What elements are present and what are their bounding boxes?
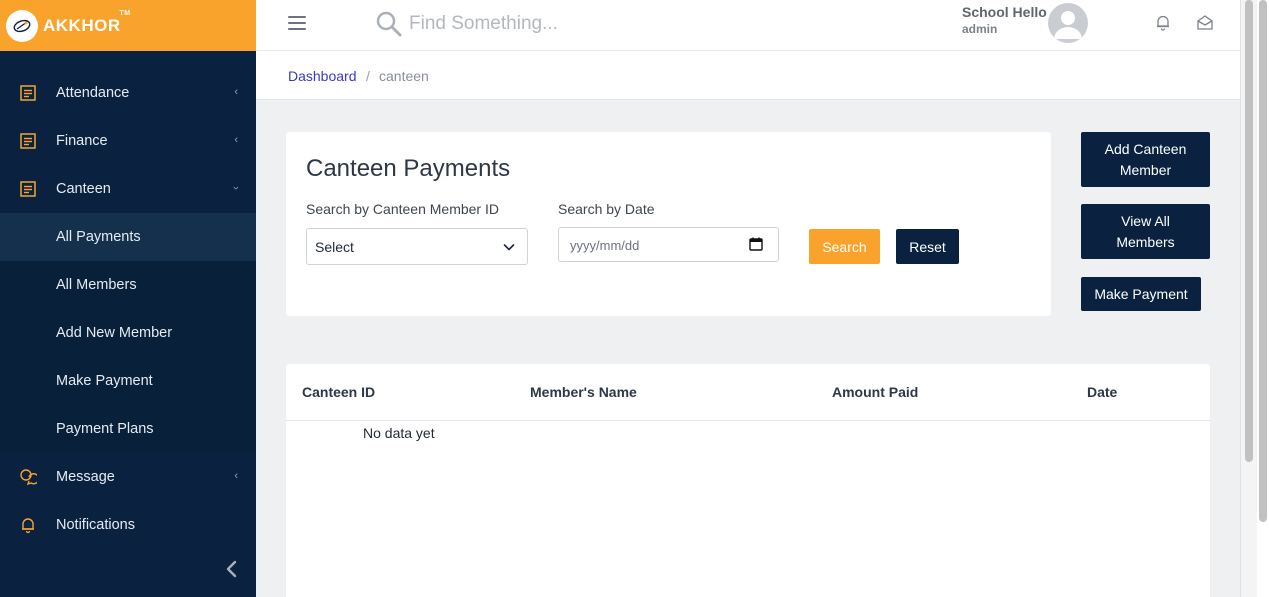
sidebar-item-label: Canteen [56, 181, 111, 197]
sidebar-item-notifications[interactable]: Notifications [0, 501, 256, 549]
payments-table: Canteen ID Member's Name Amount Paid Dat… [286, 364, 1210, 597]
column-header-amount-paid[interactable]: Amount Paid [832, 384, 918, 400]
sidebar-item-attendance[interactable]: Attendance ‹ [0, 69, 256, 117]
list-icon [20, 181, 36, 197]
date-input[interactable]: yyyy/mm/dd [558, 227, 779, 262]
brand-name: AKKHOR TM [43, 9, 131, 35]
chevron-left-icon: ‹ [234, 86, 238, 98]
sidebar-item-label: Finance [56, 133, 108, 149]
logo-icon [6, 9, 38, 42]
mail-icon[interactable] [1196, 14, 1214, 32]
member-id-select[interactable]: Select [306, 228, 528, 265]
submenu-item-payment-plans[interactable]: Payment Plans [0, 405, 256, 453]
sidebar-item-finance[interactable]: Finance ‹ [0, 117, 256, 165]
breadcrumb-dashboard-link[interactable]: Dashboard [288, 68, 357, 84]
canteen-submenu: All Payments All Members Add New Member … [0, 213, 256, 453]
table-header-row: Canteen ID Member's Name Amount Paid Dat… [286, 364, 1210, 421]
sidebar-item-message[interactable]: Message ‹ [0, 453, 256, 501]
top-header: School Hello admin [256, 0, 1240, 51]
date-label: Search by Date [558, 201, 655, 217]
notification-bell-icon[interactable] [1155, 14, 1171, 32]
list-icon [20, 133, 36, 149]
collapse-sidebar-icon[interactable] [222, 558, 242, 580]
page-scrollbar[interactable] [1240, 0, 1257, 597]
user-name: School Hello [962, 4, 1047, 20]
submenu-item-all-payments[interactable]: All Payments [0, 213, 256, 261]
member-id-label: Search by Canteen Member ID [306, 201, 499, 217]
sidebar-item-label: Notifications [56, 517, 135, 533]
hamburger-menu-icon[interactable] [288, 16, 306, 30]
sidebar-item-canteen[interactable]: Canteen ‹ [0, 165, 256, 213]
global-search-input[interactable] [409, 11, 709, 37]
column-header-member-name[interactable]: Member's Name [530, 384, 637, 400]
calendar-icon[interactable] [749, 237, 763, 251]
sidebar-menu: Attendance ‹ Finance ‹ Canteen ‹ All Pay… [0, 69, 256, 549]
sidebar-item-label: Attendance [56, 85, 130, 101]
submenu-item-make-payment[interactable]: Make Payment [0, 357, 256, 405]
sidebar-item-label: Message [56, 469, 115, 485]
trademark: TM [119, 9, 131, 17]
chevron-down-icon: ‹ [230, 186, 243, 190]
breadcrumb: Dashboard / canteen [256, 51, 1240, 100]
avatar[interactable] [1048, 3, 1088, 43]
window-scrollbar[interactable] [1257, 0, 1269, 597]
add-canteen-member-button[interactable]: Add Canteen Member [1081, 132, 1210, 187]
submenu-item-all-members[interactable]: All Members [0, 261, 256, 309]
user-role: admin [962, 22, 998, 36]
sidebar: AKKHOR TM Attendance ‹ Finance ‹ Canteen … [0, 0, 256, 597]
window-scrollbar-thumb[interactable] [1259, 0, 1267, 522]
make-payment-button[interactable]: Make Payment [1081, 277, 1201, 311]
chat-icon [20, 469, 37, 486]
bell-icon [22, 518, 34, 534]
page-scrollbar-thumb[interactable] [1245, 0, 1253, 462]
submenu-item-add-new-member[interactable]: Add New Member [0, 309, 256, 357]
page-title: Canteen Payments [306, 155, 511, 182]
breadcrumb-current: canteen [379, 68, 429, 84]
date-placeholder: yyyy/mm/dd [570, 238, 640, 253]
chevron-down-icon [503, 244, 515, 251]
search-icon [376, 11, 402, 37]
member-id-select-value: Select [315, 239, 354, 255]
brand-bar[interactable]: AKKHOR TM [0, 0, 256, 51]
view-all-members-button[interactable]: View All Members [1081, 204, 1210, 259]
column-header-date[interactable]: Date [1087, 384, 1117, 400]
chevron-left-icon: ‹ [234, 134, 238, 146]
list-icon [20, 85, 36, 101]
chevron-left-icon: ‹ [234, 470, 238, 482]
column-header-canteen-id[interactable]: Canteen ID [302, 384, 375, 400]
breadcrumb-separator: / [366, 68, 370, 84]
empty-state-text: No data yet [363, 425, 435, 441]
canteen-payments-card: Canteen Payments Search by Canteen Membe… [286, 132, 1051, 316]
reset-button[interactable]: Reset [896, 229, 959, 264]
search-button[interactable]: Search [809, 229, 880, 264]
